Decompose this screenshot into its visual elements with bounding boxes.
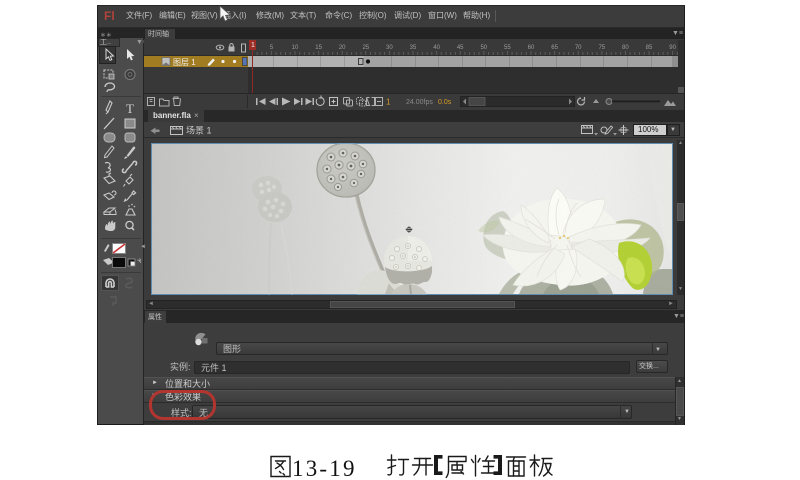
svg-text:90: 90 bbox=[669, 45, 676, 51]
svg-text:35: 35 bbox=[410, 45, 417, 51]
svg-text:40: 40 bbox=[433, 45, 440, 51]
svg-text:T: T bbox=[126, 101, 134, 116]
svg-text:20: 20 bbox=[339, 45, 346, 51]
svg-text:0.0s: 0.0s bbox=[438, 99, 452, 106]
svg-text:30: 30 bbox=[386, 45, 393, 51]
svg-text:80: 80 bbox=[622, 45, 629, 51]
svg-text:10: 10 bbox=[292, 45, 299, 51]
svg-text:1: 1 bbox=[386, 98, 391, 107]
svg-text:70: 70 bbox=[575, 45, 582, 51]
svg-text:24.00fps: 24.00fps bbox=[406, 99, 433, 106]
svg-text:25: 25 bbox=[362, 45, 369, 51]
svg-text:15: 15 bbox=[315, 45, 322, 51]
svg-text:85: 85 bbox=[646, 45, 653, 51]
svg-text:5: 5 bbox=[270, 45, 274, 51]
svg-text:65: 65 bbox=[551, 45, 558, 51]
svg-text:50: 50 bbox=[480, 45, 487, 51]
svg-text:图层 1: 图层 1 bbox=[173, 58, 196, 67]
svg-text:55: 55 bbox=[504, 45, 511, 51]
svg-text:60: 60 bbox=[528, 45, 535, 51]
svg-text:75: 75 bbox=[598, 45, 605, 51]
svg-text:45: 45 bbox=[457, 45, 464, 51]
svg-text:场景 1: 场景 1 bbox=[186, 126, 212, 136]
svg-text:13-19: 13-19 bbox=[292, 456, 357, 480]
